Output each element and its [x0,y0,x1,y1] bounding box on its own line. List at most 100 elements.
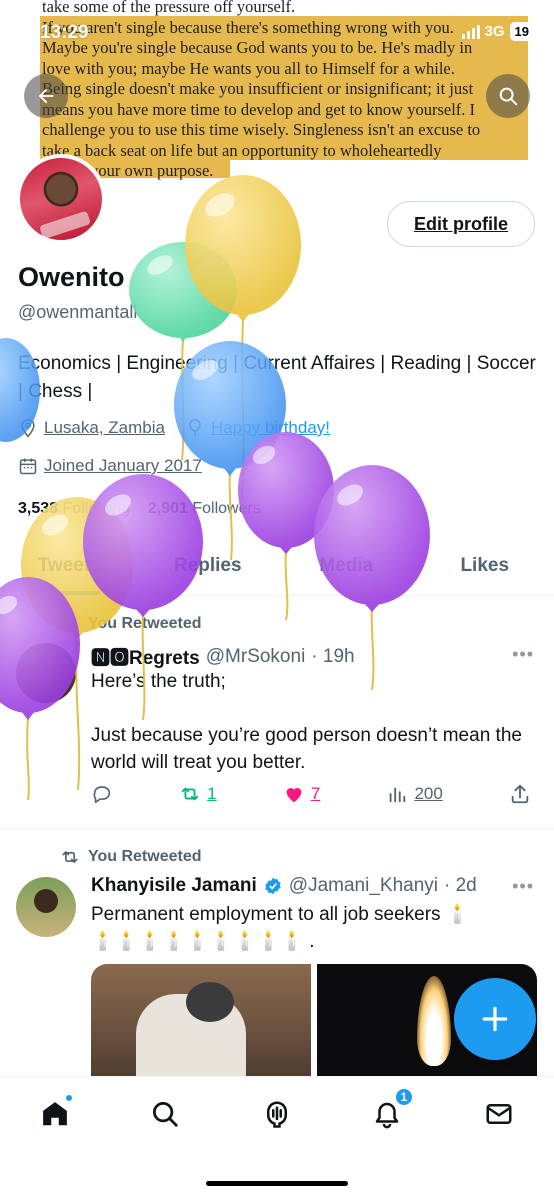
tweet-actions: 1 7 200 [91,783,531,805]
tweet-text-line: 🕯️🕯️🕯️🕯️🕯️🕯️🕯️🕯️🕯️ . [91,931,315,952]
status-time: 13:29 [40,22,89,43]
banner-line: Being single doesn't make you insufficie… [42,79,474,98]
retweet-indicator: You Retweeted [60,847,202,867]
following-count: 3,538 [18,500,59,517]
profile-name: Owenito [18,262,125,292]
tweet-divider [0,828,554,829]
status-indicators: 3G 19 [461,22,534,41]
banner-line: take a back seat on life but an opportun… [42,140,442,160]
banner-line: love with you; maybe He wants you all to… [42,58,455,78]
verified-badge-icon [265,877,281,895]
follow-counts: 3,538 Following 2,901 Followers [18,500,261,518]
retweet-icon [62,618,78,630]
nav-messages[interactable] [482,1097,516,1131]
retweet-label: You Retweeted [88,848,202,865]
tweet-time: · 2d [444,875,477,896]
nav-notifications[interactable]: 1 [370,1087,414,1131]
tweet-text-line: Here’s the truth; [91,671,226,692]
banner-line: means you have more time to develop and … [42,99,476,119]
views-button[interactable]: 200 [386,783,443,805]
mail-icon [486,1104,512,1124]
tab-tweets[interactable]: Tweets [0,536,139,595]
nav-spaces[interactable] [260,1097,294,1131]
search-icon [499,87,518,106]
followers-label: Followers [192,500,261,517]
tab-replies[interactable]: Replies [139,536,278,595]
profile-avatar[interactable] [16,154,106,244]
profile-meta-row: Lusaka, Zambia Happy birthday! [18,418,330,438]
profile-tabs: Tweets Replies Media Likes [0,536,554,596]
tweet-text-line: Just because you’re good person doesn’t … [91,725,522,773]
retweet-count: 1 [207,784,217,803]
like-button[interactable]: 7 [283,783,320,805]
home-notification-dot [64,1093,74,1103]
banner-text: take some of the pressure off yourself. … [42,0,530,182]
tweet-author-name[interactable]: Khanyisile Jamani [91,875,257,897]
profile-joined: Joined January 2017 [44,456,202,475]
plus-icon [482,1006,508,1032]
banner-line: pursue your own purpose. [42,161,214,180]
like-count: 7 [310,784,321,803]
tweet-text: Here’s the truth; Just because you’re go… [91,668,531,776]
compose-tweet-button[interactable] [454,978,536,1060]
reply-button[interactable] [91,783,113,805]
spaces-microphone-icon [267,1101,287,1128]
retweet-button[interactable]: 1 [179,783,217,805]
tweet-time: · 19h [311,645,355,667]
tab-likes[interactable]: Likes [416,536,554,595]
retweet-label: You Retweeted [88,615,202,632]
search-button[interactable] [486,74,530,118]
balloon-yellow [185,175,301,322]
notification-count-badge: 1 [394,1087,414,1107]
edit-profile-button[interactable]: Edit profile [387,201,535,247]
retweet-icon [181,787,199,801]
nav-search[interactable] [148,1097,182,1131]
tweet-avatar[interactable] [16,643,76,703]
nav-home[interactable] [38,1093,74,1131]
followers-count: 2,901 [147,500,188,517]
calendar-icon [19,458,37,475]
tweet-text-line: Permanent employment to all job seekers … [91,904,470,925]
birthday-link[interactable]: Happy birthday! [211,418,330,438]
tweet-text: Permanent employment to all job seekers … [91,901,531,955]
retweet-indicator: You Retweeted [60,614,202,634]
reply-icon [93,786,111,804]
location-pin-icon [21,418,35,438]
more-options-icon[interactable]: ••• [512,876,534,897]
signal-icon [461,24,480,39]
profile-joined-row: Joined January 2017 [18,456,202,476]
heart-icon [286,788,302,803]
balloon-icon [189,418,201,437]
profile-handle: @owenmantall [18,302,138,322]
home-icon [43,1102,67,1126]
profile-bio: Economics | Engineering | Current Affair… [18,353,536,402]
home-indicator [206,1181,348,1186]
views-count: 200 [414,784,443,803]
profile-location[interactable]: Lusaka, Zambia [44,418,165,438]
more-options-icon[interactable]: ••• [512,644,534,665]
banner-line: challenge you to use this time wisely. S… [42,120,481,139]
tweet-author-name[interactable]: 🅽🅾Regrets [91,643,200,670]
share-icon [511,784,529,804]
tweet-header: Khanyisile Jamani @Jamani_Khanyi · 2d [91,875,477,897]
back-button[interactable] [24,74,68,118]
banner-line: If you aren't single because there's som… [42,17,454,37]
banner-line: take some of the pressure off yourself. [42,0,296,16]
tweet-media-image[interactable] [91,964,311,1084]
followers-link[interactable]: 2,901 Followers [148,500,261,517]
battery-icon: 19 [509,22,534,41]
banner-line: Maybe you're single because God wants yo… [42,38,473,57]
retweet-icon [62,851,78,863]
share-button[interactable] [509,783,531,805]
tweet-author-handle[interactable]: @MrSokoni [206,646,306,668]
tweet-author-handle[interactable]: @Jamani_Khanyi [289,875,438,897]
balloon-green [129,242,237,342]
following-label: Following [62,500,131,517]
tweet-avatar[interactable] [16,877,76,937]
bottom-navigation: 1 [0,1076,554,1200]
views-chart-icon [390,787,406,803]
following-link[interactable]: 3,538 Following [18,500,130,517]
tweet-header: 🅽🅾Regrets @MrSokoni · 19h [91,643,355,670]
network-type: 3G [484,23,505,40]
tab-media[interactable]: Media [277,536,416,595]
